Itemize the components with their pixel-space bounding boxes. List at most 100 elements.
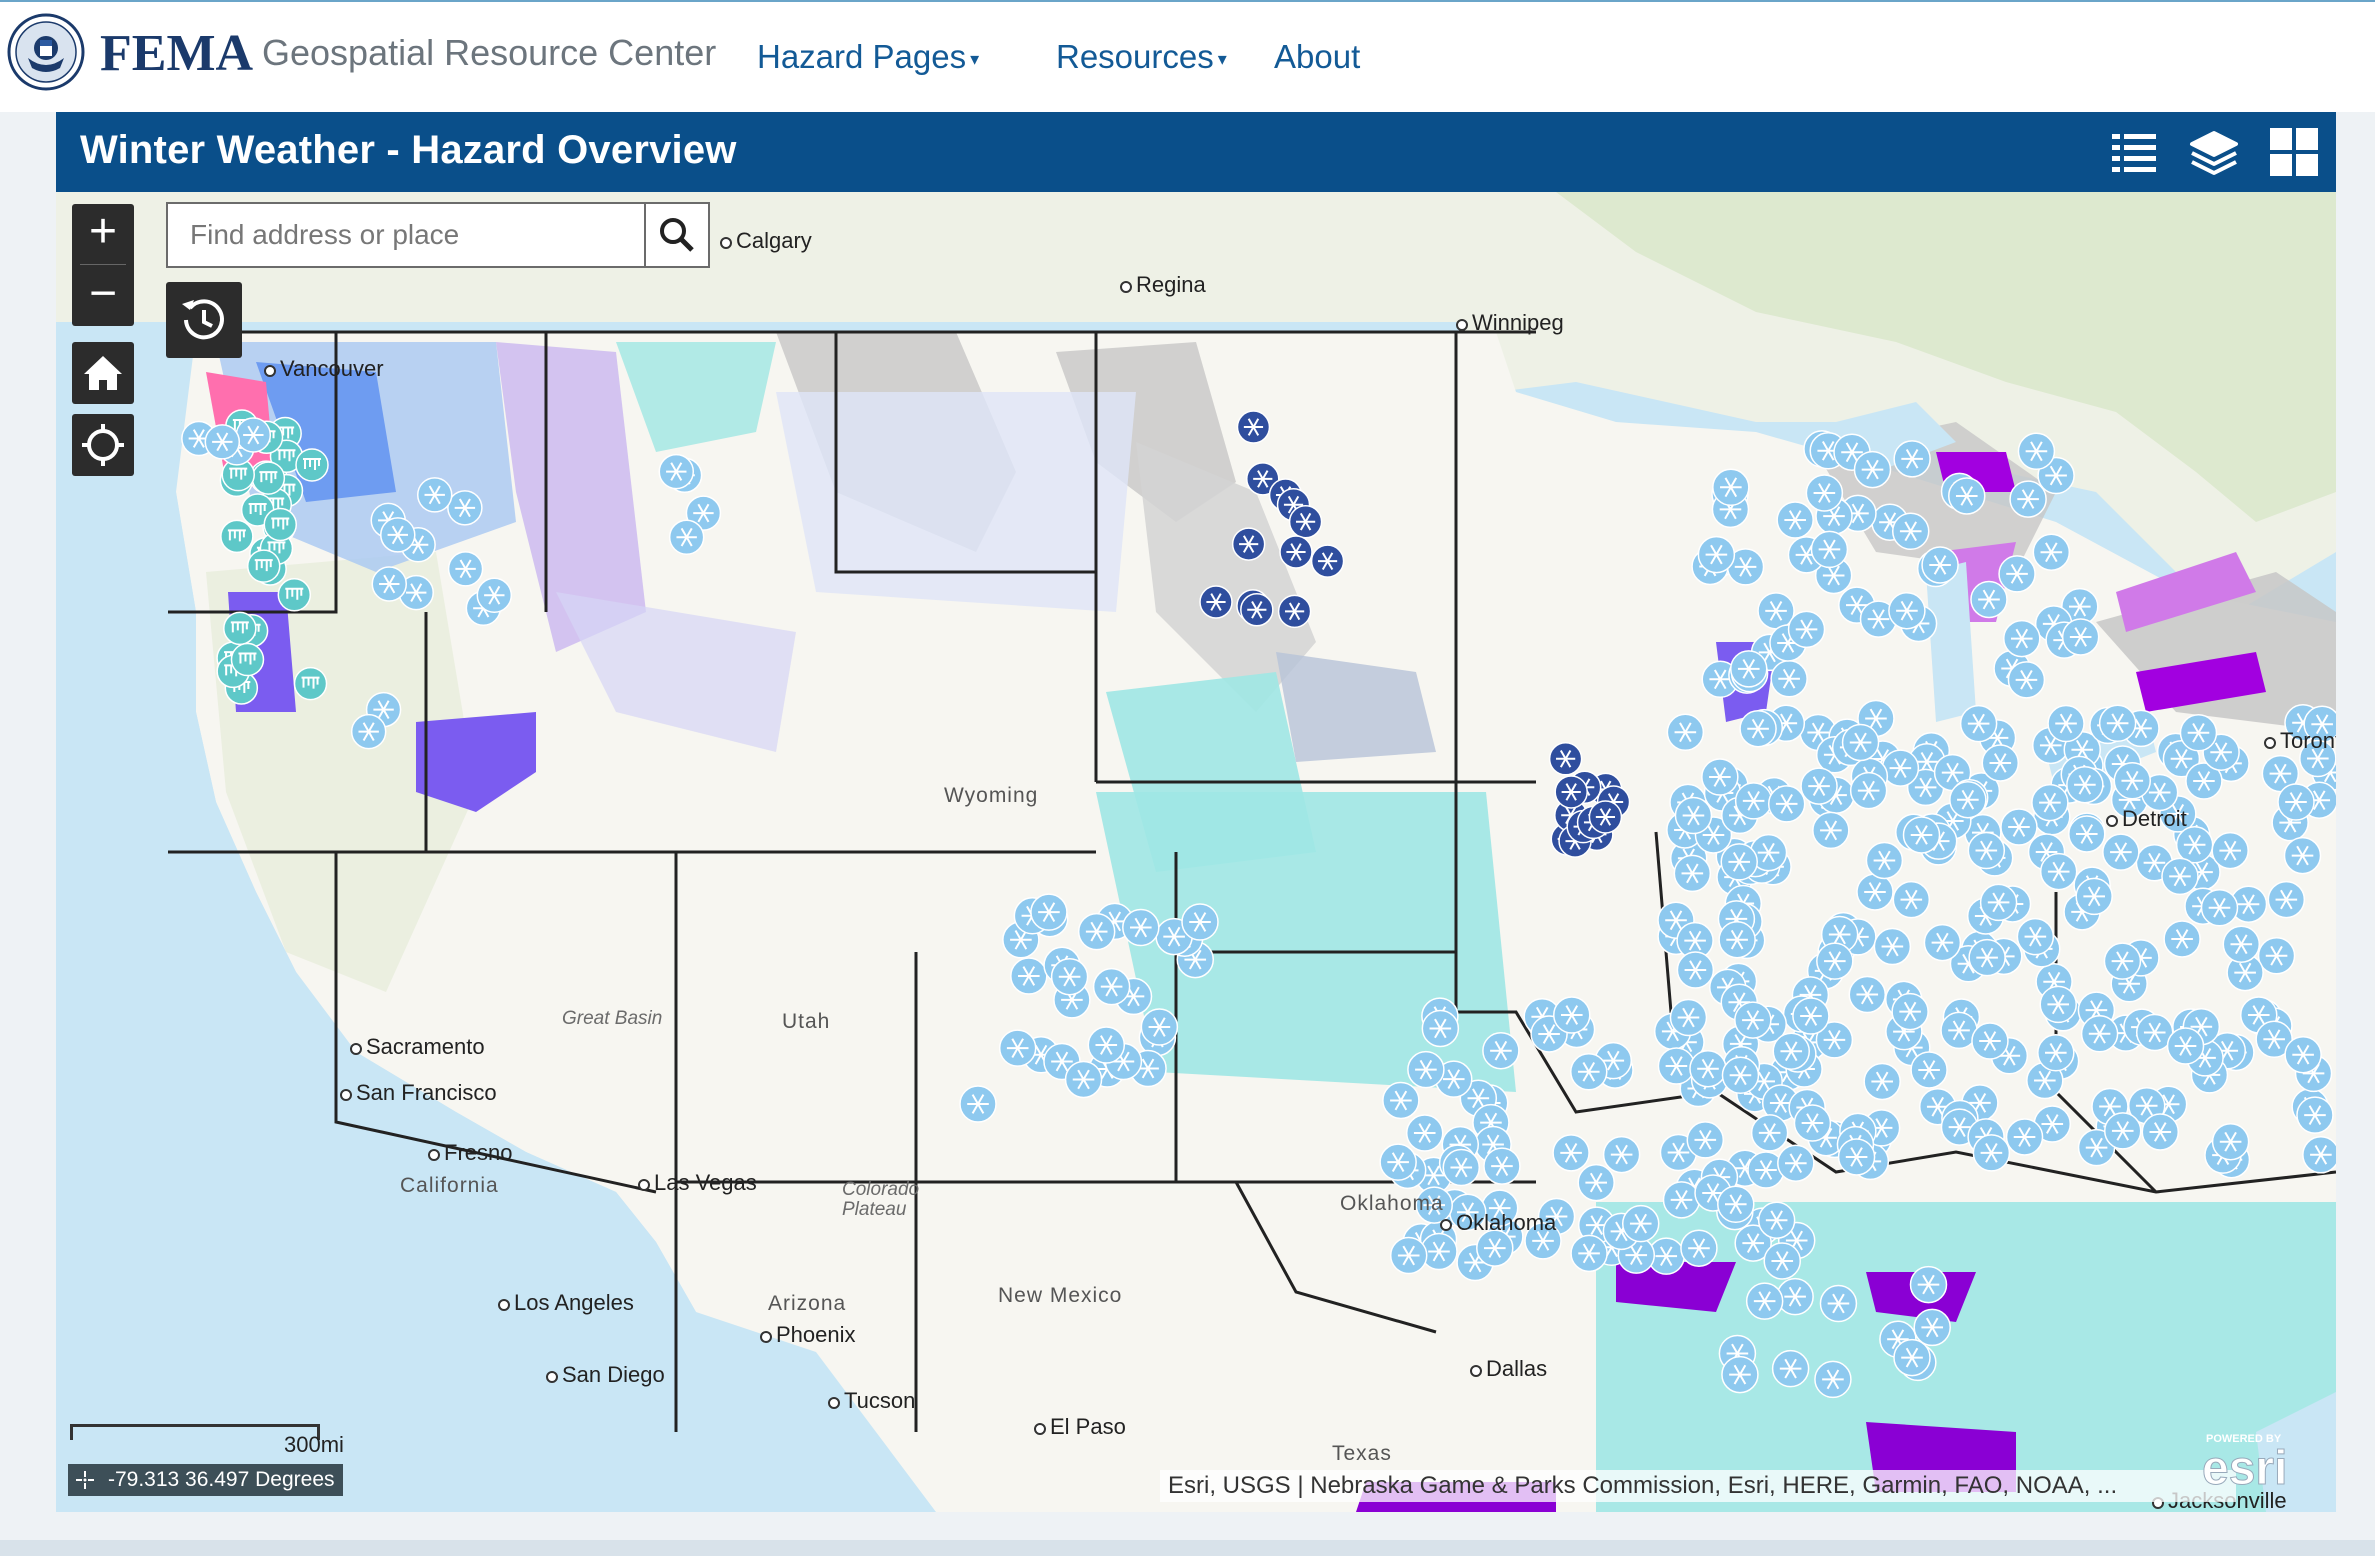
dhs-seal-logo[interactable]: [6, 12, 86, 92]
coordinate-readout[interactable]: -79.313 36.497 Degrees: [68, 1464, 343, 1496]
snowflake-marker-icon[interactable]: [1030, 893, 1068, 931]
snowflake-marker-icon[interactable]: [1739, 709, 1777, 748]
snowflake-marker-icon[interactable]: [2005, 1118, 2044, 1156]
snowflake-marker-icon[interactable]: [1657, 1047, 1696, 1085]
nav-resources[interactable]: Resources ▾: [1056, 38, 1227, 76]
snowflake-marker-icon[interactable]: [1087, 1026, 1126, 1064]
snowflake-marker-icon[interactable]: [2113, 762, 2152, 800]
snowflake-marker-icon[interactable]: [1909, 1265, 1948, 1304]
snowflake-marker-icon[interactable]: [1865, 841, 1904, 880]
winter-storm-reports-layer[interactable]: [56, 192, 2336, 1512]
snowflake-marker-icon[interactable]: [1140, 1008, 1179, 1046]
snowflake-marker-icon[interactable]: [1771, 1349, 1810, 1388]
snowflake-marker-icon[interactable]: [1389, 1236, 1428, 1275]
snowflake-marker-icon[interactable]: [1181, 903, 1219, 941]
snowflake-marker-icon[interactable]: [1792, 997, 1830, 1035]
snowflake-marker-icon[interactable]: [2007, 661, 2046, 699]
snowflake-marker-icon[interactable]: [1662, 1181, 1701, 1219]
snowflake-marker-icon[interactable]: [1810, 530, 1849, 569]
ice-marker-icon[interactable]: [263, 507, 298, 542]
snowflake-marker-icon[interactable]: [1770, 660, 1808, 698]
snowflake-marker-icon[interactable]: [2037, 1034, 2075, 1072]
snowflake-marker-icon[interactable]: [2102, 833, 2140, 871]
snowflake-marker-icon[interactable]: [2267, 880, 2306, 919]
snowflake-marker-icon[interactable]: [1010, 957, 1048, 995]
snowflake-marker-icon[interactable]: [1050, 957, 1089, 996]
snowflake-marker-icon[interactable]: [2257, 936, 2296, 975]
snowflake-marker-icon[interactable]: [1812, 811, 1850, 850]
snowflake-marker-icon[interactable]: [1881, 749, 1920, 787]
snowflake-marker-icon[interactable]: [1442, 1148, 1481, 1187]
snowflake-marker-icon[interactable]: [1888, 591, 1926, 630]
snowflake-marker-icon[interactable]: [2017, 432, 2056, 471]
ice-marker-icon[interactable]: [220, 519, 254, 554]
snowflake-marker-icon[interactable]: [2302, 1136, 2336, 1174]
snowflake-marker-icon[interactable]: [1873, 927, 1912, 966]
snowflake-marker-icon[interactable]: [1981, 744, 2020, 782]
snowflake-marker-icon[interactable]: [1552, 1134, 1590, 1172]
snowflake-marker-icon[interactable]: [1277, 594, 1312, 629]
snowflake-marker-icon[interactable]: [2039, 852, 2078, 891]
snowflake-marker-icon[interactable]: [1913, 1308, 1951, 1347]
snowflake-marker-icon[interactable]: [1689, 1049, 1727, 1088]
snowflake-marker-icon[interactable]: [1231, 527, 1266, 561]
snowflake-marker-icon[interactable]: [1948, 477, 1986, 515]
map-attribution[interactable]: Esri, USGS | Nebraska Game & Parks Commi…: [1160, 1470, 2236, 1502]
snowflake-marker-icon[interactable]: [1968, 938, 2006, 977]
snowflake-marker-icon[interactable]: [1892, 880, 1931, 919]
snowflake-marker-icon[interactable]: [1697, 535, 1736, 574]
nav-hazard-pages[interactable]: Hazard Pages ▾: [757, 38, 979, 76]
snowflake-marker-icon[interactable]: [1972, 1134, 2011, 1172]
snowflake-marker-icon[interactable]: [1064, 1060, 1103, 1099]
basemap-grid-icon[interactable]: [2266, 124, 2322, 180]
snowflake-marker-icon[interactable]: [416, 477, 453, 513]
snowflake-marker-icon[interactable]: [1554, 775, 1588, 809]
snowflake-marker-icon[interactable]: [2200, 888, 2239, 927]
snowflake-marker-icon[interactable]: [658, 453, 695, 490]
snowflake-marker-icon[interactable]: [1570, 1053, 1608, 1091]
snowflake-marker-icon[interactable]: [2080, 1015, 2119, 1053]
ice-marker-icon[interactable]: [223, 611, 257, 646]
snowflake-marker-icon[interactable]: [1734, 782, 1773, 820]
snowflake-marker-icon[interactable]: [2032, 533, 2071, 571]
hazard-map[interactable]: Calgary Regina Winnipeg Vancouver Sacram…: [56, 192, 2336, 1512]
snowflake-marker-icon[interactable]: [998, 1029, 1037, 1067]
snowflake-marker-icon[interactable]: [2068, 815, 2106, 853]
snowflake-marker-icon[interactable]: [1910, 1051, 1948, 1089]
snowflake-marker-icon[interactable]: [2179, 714, 2218, 752]
snowflake-marker-icon[interactable]: [1979, 883, 2018, 922]
snowflake-marker-icon[interactable]: [2211, 1122, 2250, 1161]
snowflake-marker-icon[interactable]: [1971, 1022, 2009, 1060]
snowflake-marker-icon[interactable]: [1310, 544, 1345, 578]
locate-button[interactable]: [72, 414, 134, 476]
snowflake-marker-icon[interactable]: [1199, 585, 1233, 619]
snowflake-marker-icon[interactable]: [1602, 1135, 1641, 1174]
esri-powered-by-logo[interactable]: POWERED BY esri: [2196, 1428, 2296, 1498]
snowflake-marker-icon[interactable]: [1077, 912, 1116, 951]
snowflake-marker-icon[interactable]: [1793, 1104, 1832, 1142]
snowflake-marker-icon[interactable]: [1240, 593, 1274, 627]
snowflake-marker-icon[interactable]: [1669, 998, 1708, 1037]
snowflake-marker-icon[interactable]: [2098, 704, 2137, 743]
snowflake-marker-icon[interactable]: [2047, 704, 2085, 743]
snowflake-marker-icon[interactable]: [1483, 1147, 1521, 1185]
zoom-out-button[interactable]: −: [72, 266, 134, 324]
snowflake-marker-icon[interactable]: [2009, 480, 2047, 518]
snowflake-marker-icon[interactable]: [1288, 504, 1323, 539]
search-input[interactable]: [168, 204, 648, 266]
legend-list-icon[interactable]: [2106, 124, 2162, 180]
ice-marker-icon[interactable]: [246, 549, 281, 583]
snowflake-marker-icon[interactable]: [1686, 1121, 1725, 1159]
snowflake-marker-icon[interactable]: [1621, 1204, 1660, 1243]
snowflake-marker-icon[interactable]: [1800, 767, 1838, 805]
snowflake-marker-icon[interactable]: [959, 1085, 997, 1123]
snowflake-marker-icon[interactable]: [2031, 783, 2069, 822]
snowflake-marker-icon[interactable]: [1763, 1242, 1802, 1280]
zoom-in-button[interactable]: +: [72, 204, 134, 262]
snowflake-marker-icon[interactable]: [1891, 512, 1930, 551]
snowflake-marker-icon[interactable]: [1998, 555, 2036, 593]
layers-icon[interactable]: [2186, 124, 2242, 180]
snowflake-marker-icon[interactable]: [1814, 1360, 1852, 1399]
snowflake-marker-icon[interactable]: [1967, 831, 2006, 870]
snowflake-marker-icon[interactable]: [1382, 1081, 1420, 1120]
